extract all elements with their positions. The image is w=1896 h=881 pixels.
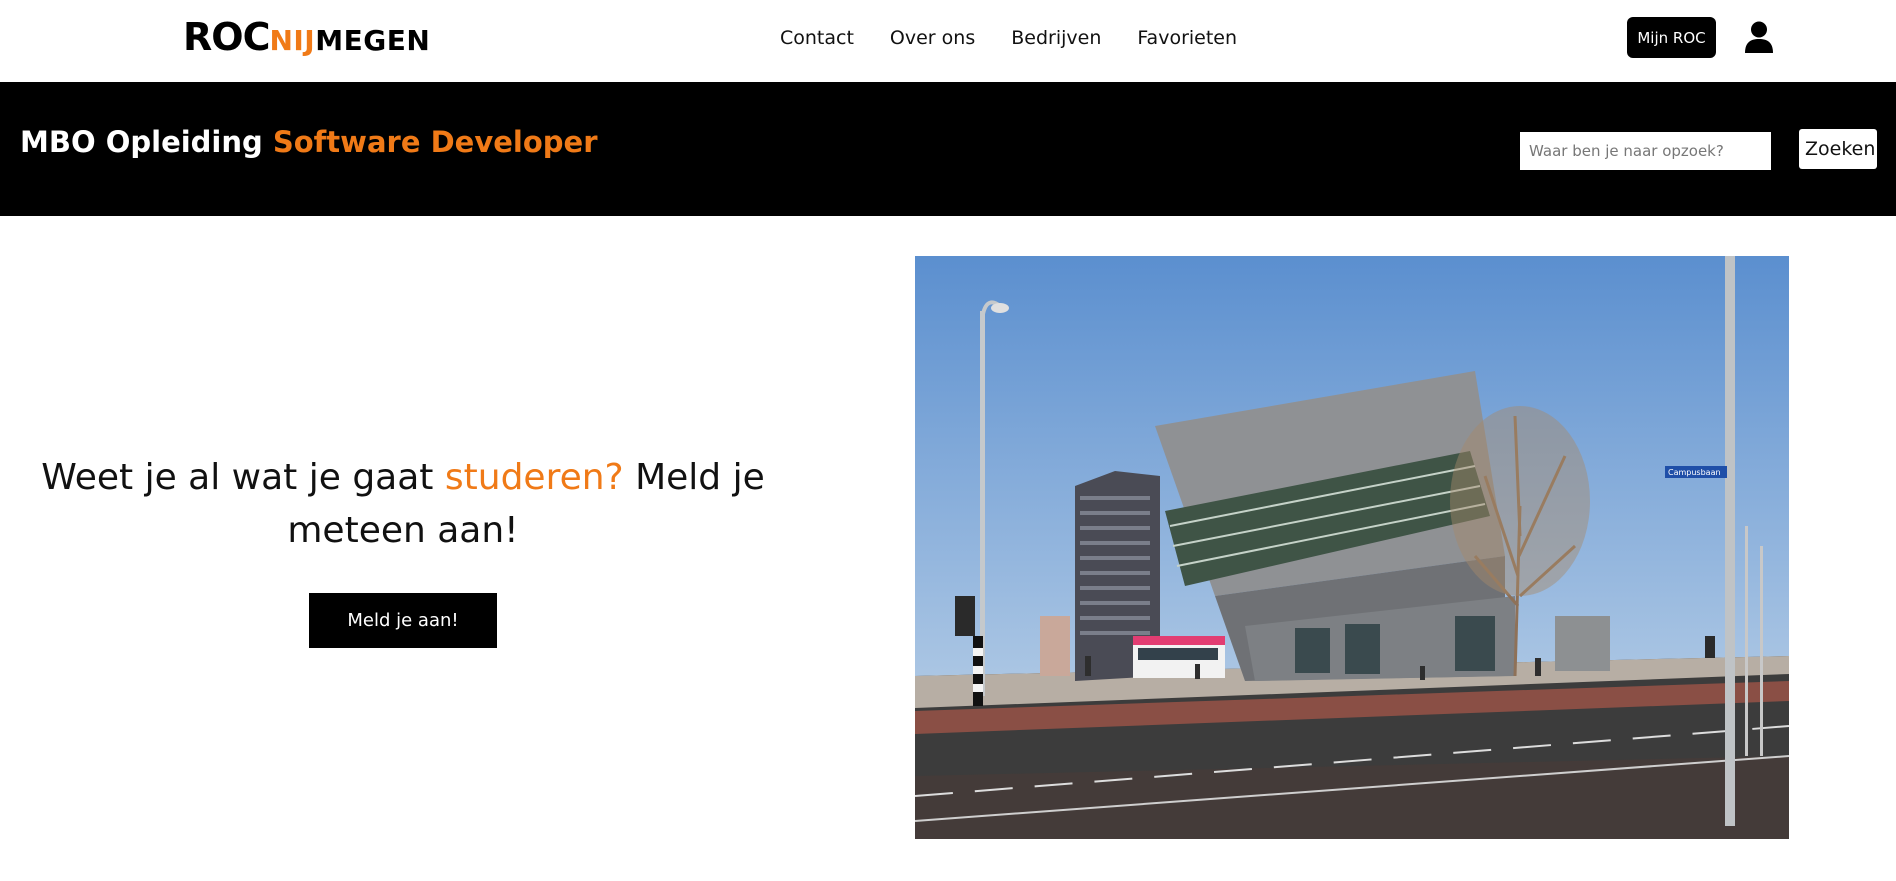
search-input[interactable]	[1520, 132, 1771, 170]
nav-link-contact[interactable]: Contact	[780, 27, 854, 49]
main-nav: Contact Over ons Bedrijven Favorieten	[780, 27, 1237, 49]
street-sign-text: Campusbaan	[1668, 468, 1721, 477]
nav-link-over-ons[interactable]: Over ons	[890, 27, 975, 49]
register-button[interactable]: Meld je aan!	[309, 593, 497, 648]
page-banner: MBO Opleiding Software Developer Zoeken	[0, 82, 1896, 216]
hero-heading: Weet je al wat je gaat studeren? Meld je…	[41, 457, 765, 551]
page-title: MBO Opleiding Software Developer	[20, 125, 598, 159]
mijn-roc-button[interactable]: Mijn ROC	[1627, 17, 1716, 58]
search-button[interactable]: Zoeken	[1799, 129, 1877, 169]
nav-link-bedrijven[interactable]: Bedrijven	[1011, 27, 1101, 49]
top-navigation: ROCNIJMEGEN Contact Over ons Bedrijven F…	[0, 0, 1896, 82]
nav-link-favorieten[interactable]: Favorieten	[1137, 27, 1237, 49]
roc-nijmegen-logo[interactable]: ROCNIJMEGEN	[183, 18, 430, 56]
campus-building-photo: Campusbaan	[915, 256, 1789, 839]
user-icon[interactable]	[1742, 20, 1776, 54]
